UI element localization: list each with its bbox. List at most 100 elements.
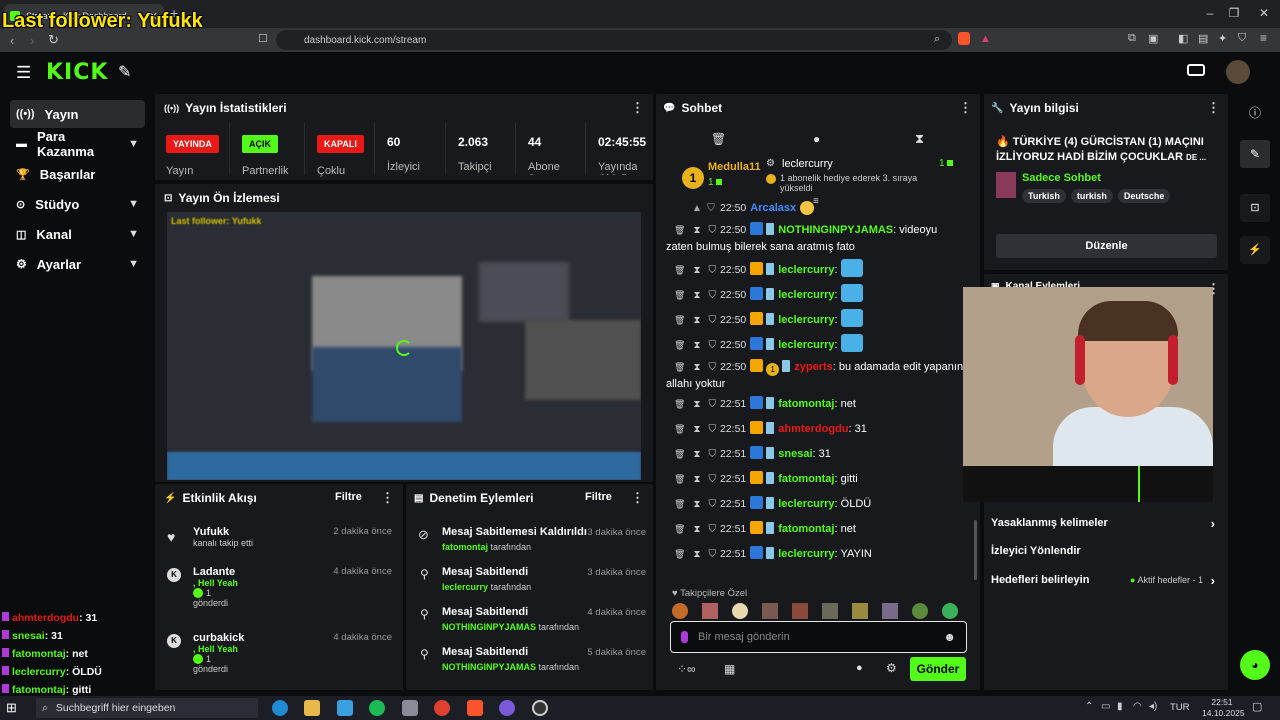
delete-icon[interactable]: 🗑 (674, 474, 685, 484)
delete-icon[interactable]: 🗑 (674, 315, 685, 325)
ban-icon[interactable]: ⛉ (708, 549, 716, 560)
brave-shield-icon[interactable] (958, 32, 970, 45)
delete-icon[interactable]: 🗑 (674, 290, 685, 300)
delete-icon[interactable]: 🗑 (674, 524, 685, 534)
url-field[interactable]: dashboard.kick.com/stream (276, 30, 952, 50)
emote-icon[interactable] (762, 603, 778, 619)
chat-users-icon[interactable]: ● (856, 662, 863, 674)
chat-username[interactable]: Arcalasx (750, 202, 796, 214)
chat-input[interactable]: Bir mesaj gönderin ☻ (670, 621, 967, 653)
delete-icon[interactable]: 🗑 (674, 424, 685, 434)
edit-button[interactable]: Düzenle (996, 234, 1217, 258)
brave-rewards-icon[interactable]: ▲ (980, 33, 991, 45)
notification-icon[interactable]: ▢ (1252, 700, 1262, 713)
delete-icon[interactable]: 🗑 (674, 362, 685, 372)
reload-icon[interactable]: ↻ (48, 32, 59, 48)
maximize-icon[interactable]: ❐ (1222, 6, 1246, 20)
chat-username[interactable]: leclercurry (778, 264, 834, 276)
stream-manager-icon[interactable] (1187, 64, 1205, 76)
more-options-icon[interactable]: ⋮ (381, 490, 394, 506)
timeout-icon[interactable]: ⧗ (693, 549, 700, 560)
search-icon[interactable]: ⌕ (934, 33, 940, 46)
sidebar-item-kanal[interactable]: ◫ Kanal ▼ (10, 220, 145, 248)
chat-scrollbar[interactable] (974, 520, 977, 580)
mic-icon[interactable] (681, 631, 688, 643)
help-chat-icon[interactable]: ◕ (1240, 650, 1270, 680)
channel-action-goals[interactable]: Hedefleri belirleyin ● Aktif hedefler - … (991, 573, 1219, 590)
delete-icon[interactable]: 🗑 (674, 549, 685, 559)
stream-preview-video[interactable]: Last follower: Yufukk (167, 212, 641, 480)
sidebar-item-yayin[interactable]: ((•)) Yayın (10, 100, 145, 128)
slow-mode-icon[interactable]: ⧗ (915, 131, 924, 147)
ban-icon[interactable]: ⛉ (708, 424, 716, 435)
tray-chevron-icon[interactable]: ⌃ (1085, 701, 1093, 712)
timeout-icon[interactable]: ⧗ (693, 499, 700, 510)
chat-username[interactable]: leclercurry (778, 314, 834, 326)
emote-icon[interactable] (672, 603, 688, 619)
calculator-icon[interactable] (402, 700, 418, 716)
sidebar-toggle-icon[interactable]: ◧ (1178, 32, 1188, 45)
ban-icon[interactable]: ⛉ (708, 449, 716, 460)
language-indicator[interactable]: TUR (1170, 702, 1190, 713)
ban-icon[interactable]: ⛉ (708, 474, 716, 485)
minimize-icon[interactable]: – (1198, 6, 1222, 20)
timeout-icon[interactable]: ⧗ (693, 362, 700, 373)
chat-mode-icon[interactable]: ● (813, 132, 820, 146)
more-options-icon[interactable]: ⋮ (631, 100, 644, 116)
delete-icon[interactable]: 🗑 (674, 499, 685, 509)
ban-icon[interactable]: ⛉ (708, 399, 716, 410)
close-window-icon[interactable]: ✕ (1252, 6, 1276, 20)
chat-username[interactable]: leclercurry (778, 548, 834, 560)
creator-tools-icon[interactable]: ✎ (118, 62, 131, 82)
timeout-icon[interactable]: ⧗ (693, 340, 700, 351)
windows-start-icon[interactable]: ⊞ (6, 700, 17, 716)
edge-icon[interactable] (272, 700, 288, 716)
back-icon[interactable]: ‹ (10, 33, 14, 48)
lightning-icon[interactable]: ⚡ (1240, 236, 1270, 264)
extensions-icon[interactable]: ⧉ (1128, 32, 1136, 45)
tag[interactable]: turkish (1070, 189, 1113, 203)
ban-icon[interactable]: ⛉ (708, 265, 716, 276)
network-icon[interactable]: ▭ (1101, 701, 1110, 712)
more-options-icon[interactable]: ⋮ (1207, 100, 1220, 116)
wifi-icon[interactable]: ◠ (1133, 701, 1142, 712)
menu-icon[interactable]: ≡ (1260, 31, 1267, 45)
forward-icon[interactable]: › (30, 33, 34, 48)
emote-icon[interactable] (852, 603, 868, 619)
ban-icon[interactable]: ⛉ (708, 225, 716, 236)
vpn-icon[interactable]: ⛉ (1238, 32, 1246, 45)
channel-action-banned-words[interactable]: Yasaklanmış kelimeler › (991, 516, 1219, 533)
chat-username[interactable]: leclercurry (778, 498, 834, 510)
tag[interactable]: Deutsche (1117, 189, 1171, 203)
emote-icon[interactable] (942, 603, 958, 619)
store-icon[interactable]: ▦ (724, 662, 735, 676)
chat-username[interactable]: fatomontaj (778, 398, 834, 410)
edit-pencil-icon[interactable]: ✎ (1240, 140, 1270, 168)
kick-logo[interactable]: KICK (46, 60, 108, 85)
ban-icon[interactable]: ⛉ (708, 362, 716, 373)
tag[interactable]: Turkish (1022, 189, 1066, 203)
reading-list-icon[interactable]: ▣ (1148, 32, 1158, 45)
filter-button[interactable]: Filtre (585, 491, 612, 503)
chat-username[interactable]: leclercurry (778, 339, 834, 351)
capture-icon[interactable]: ⊡ (1240, 194, 1270, 222)
chat-username[interactable]: snesai (778, 448, 812, 460)
chat-username[interactable]: ahmterdogdu (778, 423, 848, 435)
chat-username[interactable]: NOTHINGINPYJAMAS (778, 224, 893, 236)
emote-icon[interactable] (822, 603, 838, 619)
avatar[interactable] (1226, 60, 1250, 84)
sidebar-item-studyo[interactable]: ⊙ Stüdyo ▼ (10, 190, 145, 218)
taskbar-clock[interactable]: 22:51 14.10.2025 (1202, 697, 1245, 719)
timeout-icon[interactable]: ⧗ (693, 474, 700, 485)
ban-icon[interactable]: ⛉ (708, 340, 716, 351)
bookmark-icon[interactable]: ☐ (258, 32, 268, 45)
delete-icon[interactable]: 🗑 (674, 449, 685, 459)
emote-icon[interactable] (732, 603, 748, 619)
brave-icon[interactable] (467, 700, 483, 716)
filter-button[interactable]: Filtre (335, 491, 362, 503)
microphone-icon[interactable]: ▮ (1117, 701, 1123, 712)
discord-icon[interactable] (499, 700, 515, 716)
shield-icon[interactable]: ⛉ (706, 203, 716, 214)
timeout-icon[interactable]: ⧗ (693, 225, 700, 236)
volume-icon[interactable]: ◂) (1149, 701, 1157, 712)
